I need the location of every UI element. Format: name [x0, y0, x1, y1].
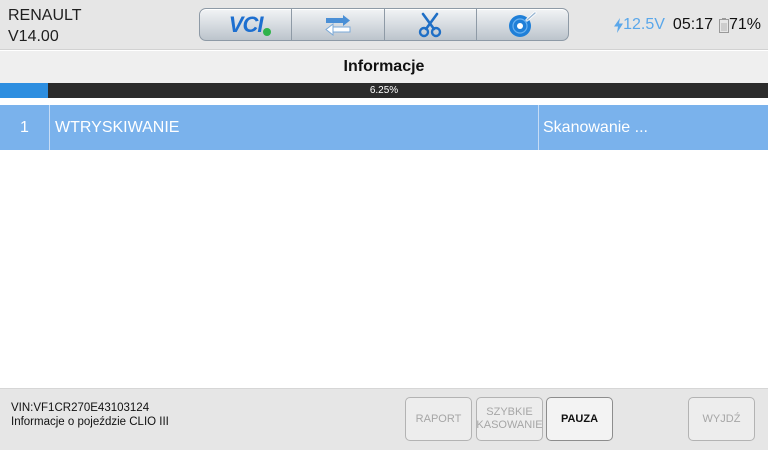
quick-erase-label-line1: SZYBKIE [486, 406, 533, 418]
row-index: 1 [0, 105, 50, 150]
table-row[interactable]: 1 WTRYSKIWANIE Skanowanie ... [0, 105, 768, 150]
vehicle-description: Informacje o pojeździe CLIO III [11, 416, 169, 428]
status-area: 12.5V 05:17 71% [614, 15, 761, 35]
battery-icon [718, 17, 729, 33]
software-version: V14.00 [8, 28, 59, 45]
system-list: 1 WTRYSKIWANIE Skanowanie ... [0, 105, 768, 150]
scan-status: Skanowanie ... [543, 118, 648, 136]
scissors-icon [418, 12, 442, 37]
brand-info: RENAULT V14.00 [8, 5, 82, 47]
exit-button[interactable]: WYJDŹ [688, 397, 755, 441]
report-button[interactable]: RAPORT [405, 397, 472, 441]
clock: 05:17 [672, 16, 713, 33]
lightning-icon [614, 17, 624, 33]
voltage-indicator: 12.5V [614, 15, 665, 35]
record-button[interactable] [477, 9, 568, 40]
brand-name: RENAULT [8, 7, 82, 24]
system-name: WTRYSKIWANIE [50, 105, 539, 150]
bottom-bar: VIN:VF1CR270E43103124 Informacje o pojeź… [0, 388, 768, 450]
vci-icon: VCI [228, 11, 272, 38]
toolbar: VCI [199, 8, 569, 41]
pause-button[interactable]: PAUZA [546, 397, 613, 441]
screenshot-button[interactable] [385, 9, 477, 40]
battery-value: 71% [728, 16, 761, 33]
vci-connected-dot [263, 27, 272, 36]
vci-button[interactable]: VCI [200, 9, 293, 40]
vci-label: VCI [228, 11, 264, 37]
quick-erase-button[interactable]: SZYBKIE KASOWANIE [476, 397, 543, 441]
vehicle-info: VIN:VF1CR270E43103124 Informacje o pojeź… [11, 401, 191, 429]
voltage-value: 12.5V [623, 16, 665, 33]
diagnostic-app: RENAULT V14.00 VCI 12.5V 05:17 71% Infor… [0, 0, 768, 450]
page-title: Informacje [0, 51, 768, 83]
scan-progress-bar: 6.25% [0, 83, 768, 98]
transfer-icon [325, 14, 351, 36]
data-transfer-button[interactable] [292, 9, 385, 40]
top-bar: RENAULT V14.00 VCI 12.5V 05:17 71% [0, 0, 768, 50]
vin-label: VIN:VF1CR270E43103124 [11, 402, 150, 414]
quick-erase-label-line2: KASOWANIE [476, 419, 543, 431]
battery-indicator: 71% [718, 15, 761, 35]
progress-label: 6.25% [369, 85, 399, 96]
disc-icon [509, 11, 537, 37]
